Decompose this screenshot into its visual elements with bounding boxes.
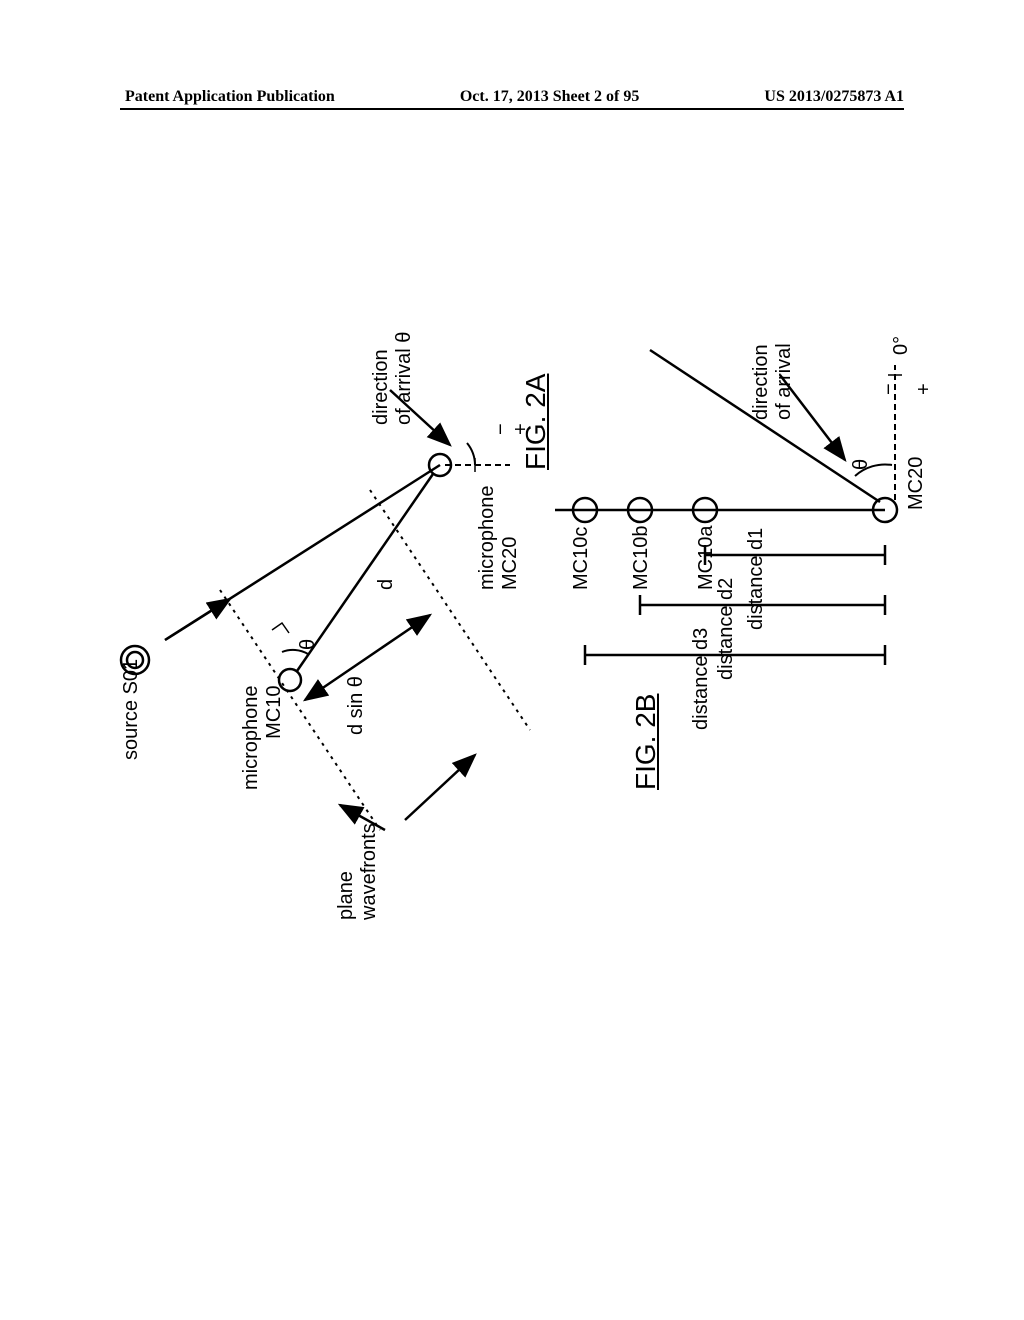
d2-label: distance d2 — [715, 578, 738, 680]
d1-label: distance d1 — [745, 528, 768, 630]
fig-2a-title: FIG. 2A — [520, 374, 552, 470]
diagram-area: FIG. 2A source S01 microphone MC10 micro… — [110, 200, 930, 1100]
d3-label: distance d3 — [690, 628, 713, 730]
source-label: source S01 — [120, 659, 143, 760]
mc20-label-b: MC20 — [905, 457, 928, 510]
zero-deg-label: 0° — [890, 336, 913, 355]
plus-a: + — [510, 423, 533, 435]
header-left: Patent Application Publication — [125, 88, 335, 106]
mic10-label: microphone MC10 — [240, 685, 286, 790]
plus-b: + — [913, 383, 936, 395]
theta-label-b: θ — [850, 459, 873, 470]
mic20-label: microphone MC20 — [476, 485, 522, 590]
page-header: Patent Application Publication Oct. 17, … — [0, 88, 1024, 106]
fig-2b-title: FIG. 2B — [630, 694, 662, 790]
header-right: US 2013/0275873 A1 — [764, 88, 904, 106]
direction-label-b: direction of arrival — [750, 343, 796, 420]
figure-2a-svg — [110, 200, 930, 1100]
minus-b: − — [878, 383, 901, 395]
mc10b-label: MC10b — [630, 526, 653, 590]
d-label: d — [375, 579, 398, 590]
direction-label-a: direction of arrival θ — [370, 332, 416, 425]
dsin-label: d sin θ — [345, 676, 368, 735]
mc10c-label: MC10c — [570, 527, 593, 590]
header-divider — [120, 108, 904, 110]
header-center: Oct. 17, 2013 Sheet 2 of 95 — [460, 88, 640, 106]
plane-wavefronts-label: plane wavefronts — [335, 823, 381, 920]
theta-label-a: θ — [297, 639, 320, 650]
